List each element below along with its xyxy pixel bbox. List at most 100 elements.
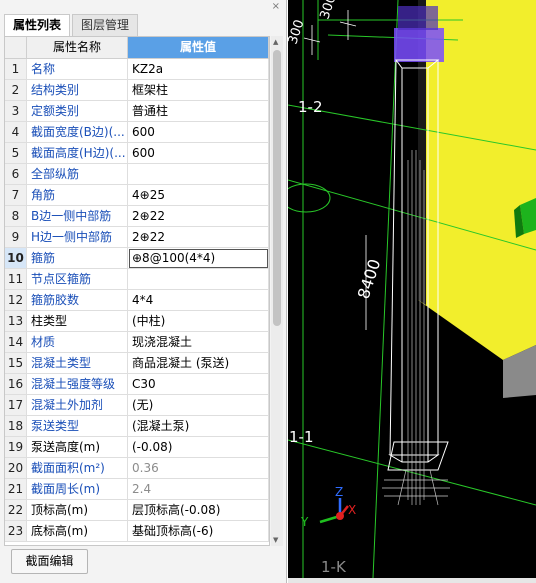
property-value[interactable]: (-0.08) — [128, 437, 269, 458]
property-value[interactable]: 4⊕25 — [128, 185, 269, 206]
dimension-8400: 8400 — [354, 257, 385, 302]
row-number: 14 — [5, 332, 27, 353]
scroll-up-icon[interactable]: ▲ — [273, 38, 278, 46]
property-value[interactable]: 商品混凝土 (泵送) — [128, 353, 269, 374]
row-number: 23 — [5, 521, 27, 542]
row-number: 22 — [5, 500, 27, 521]
property-name: 全部纵筋 — [27, 164, 128, 185]
axis-z-label: Z — [335, 485, 343, 499]
property-value[interactable] — [128, 269, 269, 290]
close-icon[interactable]: × — [272, 2, 280, 12]
property-value[interactable]: 普通柱 — [128, 101, 269, 122]
row-number: 19 — [5, 437, 27, 458]
row-number: 7 — [5, 185, 27, 206]
table-row[interactable]: 3 定额类别 普通柱 — [5, 101, 269, 122]
dim-300-b: 300 — [288, 18, 307, 46]
property-value[interactable]: C30 — [128, 374, 269, 395]
table-row[interactable]: 15 混凝土类型 商品混凝土 (泵送) — [5, 353, 269, 374]
property-value[interactable]: 2.4 — [128, 479, 269, 500]
row-number: 18 — [5, 416, 27, 437]
property-value[interactable] — [128, 164, 269, 185]
row-number: 6 — [5, 164, 27, 185]
table-row[interactable]: 9 H边一侧中部筋 2⊕22 — [5, 227, 269, 248]
property-value[interactable]: KZ2a — [128, 59, 269, 80]
table-row[interactable]: 13 柱类型 (中柱) — [5, 311, 269, 332]
table-row[interactable]: 10 箍筋 ⊕8@100(4*4) — [5, 248, 269, 269]
table-row[interactable]: 21 截面周长(m) 2.4 — [5, 479, 269, 500]
property-value[interactable]: 基础顶标高(-6) — [128, 521, 269, 542]
table-row[interactable]: 12 箍筋胶数 4*4 — [5, 290, 269, 311]
row-number: 2 — [5, 80, 27, 101]
table-row[interactable]: 7 角筋 4⊕25 — [5, 185, 269, 206]
grid-scrollbar[interactable]: ▲ ▼ — [271, 36, 283, 546]
property-value[interactable]: (混凝土泵) — [128, 416, 269, 437]
property-value[interactable]: 层顶标高(-0.08) — [128, 500, 269, 521]
row-number: 21 — [5, 479, 27, 500]
table-row[interactable]: 4 截面宽度(B边)(... 600 — [5, 122, 269, 143]
property-name: 泵送类型 — [27, 416, 128, 437]
table-row[interactable]: 11 节点区箍筋 — [5, 269, 269, 290]
table-row[interactable]: 18 泵送类型 (混凝土泵) — [5, 416, 269, 437]
property-name: 泵送高度(m) — [27, 437, 128, 458]
property-value[interactable]: 2⊕22 — [128, 206, 269, 227]
scroll-down-icon[interactable]: ▼ — [273, 536, 278, 544]
property-name: 定额类别 — [27, 101, 128, 122]
property-name: 混凝土外加剂 — [27, 395, 128, 416]
grid-header: 属性名称 属性值 — [5, 37, 269, 59]
row-number: 1 — [5, 59, 27, 80]
property-name: 截面高度(H边)(... — [27, 143, 128, 164]
property-grid: 属性名称 属性值 1 名称 KZ2a 2 结构类别 框架柱 3 定额类别 普通柱 4 截面宽度(B边… — [4, 36, 270, 546]
section-edit-button[interactable]: 截面编辑 — [11, 549, 88, 574]
property-value[interactable]: 现浇混凝土 — [128, 332, 269, 353]
row-number: 12 — [5, 290, 27, 311]
row-number: 17 — [5, 395, 27, 416]
property-value[interactable]: ⊕8@100(4*4) — [128, 248, 269, 269]
property-value[interactable]: 4*4 — [128, 290, 269, 311]
axis-x-label: X — [348, 503, 356, 517]
header-property-value[interactable]: 属性值 — [128, 37, 269, 59]
tab-layer-management[interactable]: 图层管理 — [72, 14, 139, 36]
table-row[interactable]: 2 结构类别 框架柱 — [5, 80, 269, 101]
property-name: 截面面积(m²) — [27, 458, 128, 479]
table-row[interactable]: 14 材质 现浇混凝土 — [5, 332, 269, 353]
property-name: 箍筋胶数 — [27, 290, 128, 311]
viewport-toolbar — [288, 578, 536, 583]
axis-label-1-1: 1-1 — [289, 428, 314, 446]
row-number: 10 — [5, 248, 27, 269]
property-value[interactable]: (无) — [128, 395, 269, 416]
property-name: 名称 — [27, 59, 128, 80]
table-row[interactable]: 22 顶标高(m) 层顶标高(-0.08) — [5, 500, 269, 521]
axis-y-label: Y — [300, 515, 309, 529]
row-number: 11 — [5, 269, 27, 290]
property-value[interactable]: 2⊕22 — [128, 227, 269, 248]
property-value[interactable]: 0.36 — [128, 458, 269, 479]
property-value[interactable]: 600 — [128, 122, 269, 143]
table-row[interactable]: 1 名称 KZ2a — [5, 59, 269, 80]
property-value[interactable]: 600 — [128, 143, 269, 164]
tab-property-list[interactable]: 属性列表 — [4, 14, 71, 36]
property-value[interactable]: (中柱) — [128, 311, 269, 332]
table-row[interactable]: 6 全部纵筋 — [5, 164, 269, 185]
table-row[interactable]: 5 截面高度(H边)(... 600 — [5, 143, 269, 164]
property-value[interactable]: 框架柱 — [128, 80, 269, 101]
header-row-number — [5, 37, 27, 59]
property-name: 顶标高(m) — [27, 500, 128, 521]
scroll-thumb[interactable] — [273, 50, 281, 326]
row-number: 4 — [5, 122, 27, 143]
table-row[interactable]: 20 截面面积(m²) 0.36 — [5, 458, 269, 479]
row-number: 13 — [5, 311, 27, 332]
table-row[interactable]: 17 混凝土外加剂 (无) — [5, 395, 269, 416]
property-name: 截面周长(m) — [27, 479, 128, 500]
property-name: 底标高(m) — [27, 521, 128, 542]
header-property-name[interactable]: 属性名称 — [27, 37, 128, 59]
table-row[interactable]: 16 混凝土强度等级 C30 — [5, 374, 269, 395]
table-row[interactable]: 8 B边一侧中部筋 2⊕22 — [5, 206, 269, 227]
axis-gizmo-icon[interactable]: Z X Y — [300, 485, 356, 529]
row-number: 16 — [5, 374, 27, 395]
table-row[interactable]: 23 底标高(m) 基础顶标高(-6) — [5, 521, 269, 542]
property-name: 角筋 — [27, 185, 128, 206]
3d-viewport[interactable]: 300 300 1-2 1-1 1-K 8400 Z X Y — [288, 0, 536, 578]
property-name: B边一侧中部筋 — [27, 206, 128, 227]
dim-300-a: 300 — [318, 0, 340, 21]
table-row[interactable]: 19 泵送高度(m) (-0.08) — [5, 437, 269, 458]
